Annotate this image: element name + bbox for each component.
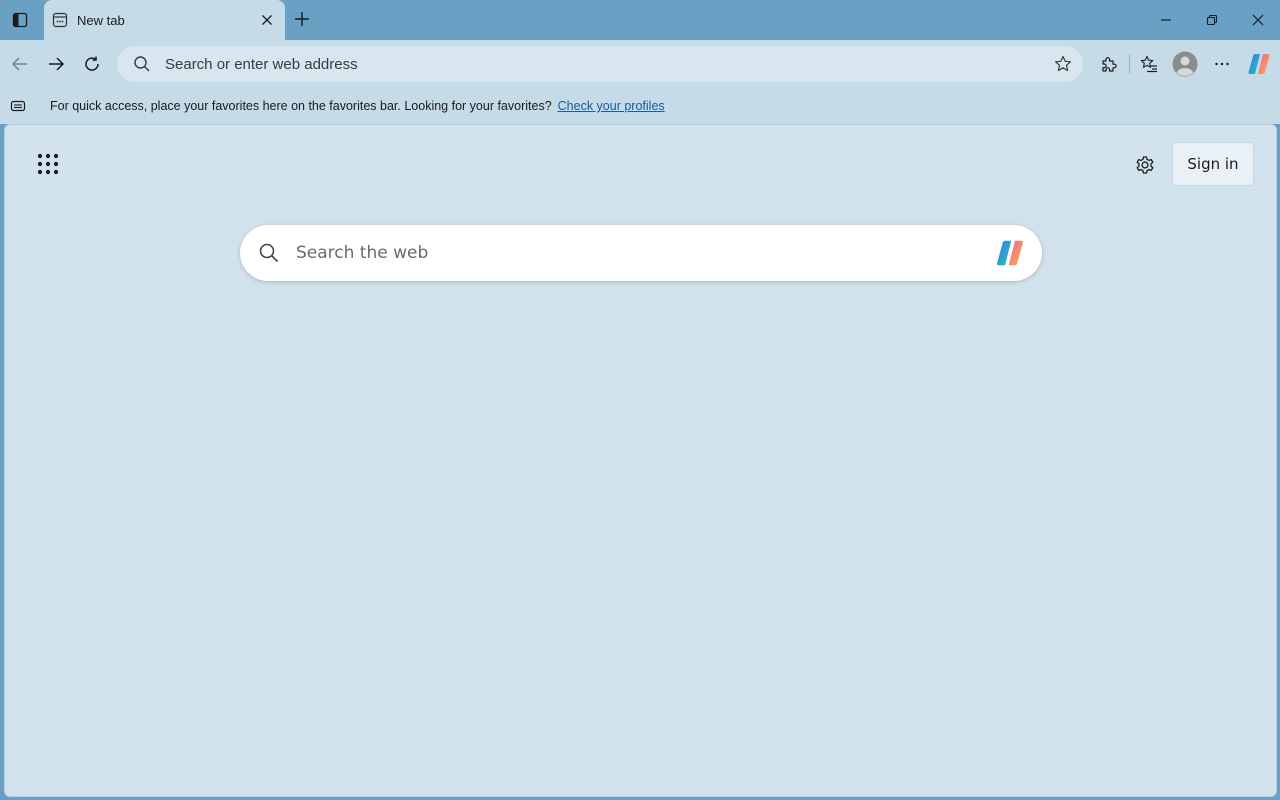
avatar-icon bbox=[1172, 51, 1198, 77]
title-bar: New tab bbox=[0, 0, 1280, 40]
restore-icon bbox=[1206, 14, 1218, 26]
web-search-box[interactable] bbox=[240, 225, 1042, 281]
extensions-button[interactable] bbox=[1095, 50, 1123, 78]
refresh-icon bbox=[85, 56, 99, 71]
copilot-icon bbox=[997, 240, 1023, 266]
copilot-icon bbox=[1248, 54, 1270, 74]
minimize-icon bbox=[1161, 19, 1171, 21]
favorites-icon bbox=[1140, 55, 1157, 73]
minimize-button[interactable] bbox=[1143, 0, 1189, 40]
toolbar: Search or enter web address bbox=[0, 40, 1280, 88]
tab-title: New tab bbox=[77, 12, 125, 28]
restore-button[interactable] bbox=[1189, 0, 1235, 40]
check-profiles-link[interactable]: Check your profiles bbox=[558, 99, 665, 113]
new-tab-page: Sign in bbox=[4, 124, 1277, 797]
new-tab-page-icon bbox=[52, 12, 68, 28]
tab-actions-icon bbox=[12, 12, 28, 28]
profile-button[interactable] bbox=[1171, 50, 1199, 78]
favorites-bar-icon bbox=[10, 100, 26, 112]
search-icon bbox=[259, 243, 279, 263]
close-icon bbox=[262, 15, 272, 25]
favorites-button[interactable] bbox=[1135, 50, 1163, 78]
search-icon bbox=[134, 56, 150, 72]
close-icon bbox=[1252, 14, 1264, 26]
address-input[interactable]: Search or enter web address bbox=[165, 56, 1049, 73]
favorites-bar-message: For quick access, place your favorites h… bbox=[50, 99, 552, 113]
copilot-search-button[interactable] bbox=[992, 235, 1028, 271]
refresh-button[interactable] bbox=[78, 50, 106, 78]
add-favorite-button[interactable] bbox=[1049, 50, 1077, 78]
toolbar-divider bbox=[1129, 54, 1130, 74]
tab-new-tab[interactable]: New tab bbox=[44, 0, 285, 40]
tab-actions-button[interactable] bbox=[6, 6, 34, 34]
settings-and-more-button[interactable] bbox=[1208, 50, 1236, 78]
arrow-left-icon bbox=[11, 57, 27, 71]
address-bar[interactable]: Search or enter web address bbox=[117, 46, 1083, 82]
plus-icon bbox=[295, 12, 309, 26]
more-icon bbox=[1215, 62, 1229, 66]
web-search-input[interactable] bbox=[296, 243, 992, 263]
page-settings-button[interactable] bbox=[1129, 149, 1161, 181]
star-icon bbox=[1055, 55, 1071, 72]
app-launcher-button[interactable] bbox=[33, 149, 63, 179]
back-button[interactable] bbox=[6, 50, 34, 78]
copilot-button[interactable] bbox=[1245, 50, 1273, 78]
close-window-button[interactable] bbox=[1235, 0, 1280, 40]
app-launcher-icon bbox=[37, 153, 59, 175]
favorites-bar: For quick access, place your favorites h… bbox=[0, 88, 1280, 124]
forward-button[interactable] bbox=[42, 50, 70, 78]
tab-close-button[interactable] bbox=[255, 8, 279, 32]
sign-in-button[interactable]: Sign in bbox=[1172, 142, 1254, 186]
new-tab-button[interactable] bbox=[288, 5, 316, 33]
gear-icon bbox=[1136, 156, 1154, 174]
puzzle-icon bbox=[1102, 57, 1117, 72]
arrow-right-icon bbox=[49, 57, 65, 71]
